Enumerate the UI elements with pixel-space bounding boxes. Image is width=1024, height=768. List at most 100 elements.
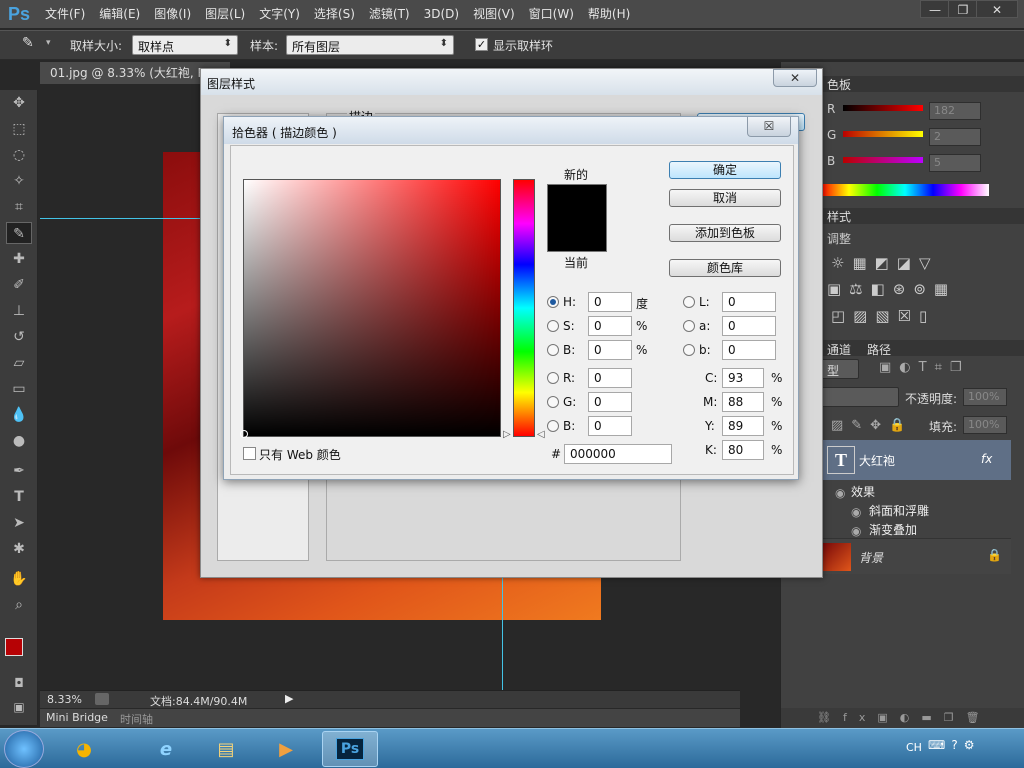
sample-size-select[interactable]: 取样点 ⬍: [132, 35, 238, 55]
media-player-icon[interactable]: ▶: [262, 731, 310, 767]
healing-tool-icon[interactable]: ✚: [6, 248, 32, 270]
tab-channels[interactable]: 通道: [827, 341, 851, 358]
color-field[interactable]: [240, 179, 501, 438]
r-slider[interactable]: [843, 105, 923, 111]
b-value[interactable]: 5: [929, 154, 981, 172]
hue-slider-left-arrow-icon[interactable]: ▷: [503, 429, 511, 440]
fx-badge[interactable]: fx: [981, 452, 992, 466]
menu-3d[interactable]: 3D(D): [417, 0, 466, 28]
adjustment-icons-row-2[interactable]: ▣⚖◧⊛⊚▦: [827, 280, 956, 298]
crop-tool-icon[interactable]: ⌗: [6, 196, 32, 218]
screen-mode-icon[interactable]: ▣: [6, 696, 32, 718]
lasso-tool-icon[interactable]: ◌: [6, 144, 32, 166]
language-indicator[interactable]: CH: [906, 741, 922, 754]
layer-filter-icons[interactable]: ▣◐T⌗❐: [879, 360, 970, 375]
status-arrow-icon[interactable]: ▶: [285, 692, 293, 705]
radio-r[interactable]: [547, 372, 559, 384]
radio-l[interactable]: [683, 296, 695, 308]
web-only-checkbox[interactable]: [243, 447, 256, 460]
type-tool-icon[interactable]: T: [6, 486, 32, 508]
radio-b-lab[interactable]: [683, 344, 695, 356]
layer-actions-icons[interactable]: ⛓fx▣◐▬❐🗑: [781, 708, 1024, 728]
marquee-tool-icon[interactable]: ⬚: [6, 118, 32, 140]
cancel-button[interactable]: 取消: [669, 189, 781, 207]
hand-tool-icon[interactable]: ✋: [6, 568, 32, 590]
quick-select-tool-icon[interactable]: ✧: [6, 170, 32, 192]
shape-tool-icon[interactable]: ✱: [6, 538, 32, 560]
radio-a[interactable]: [683, 320, 695, 332]
photoshop-taskbar-button[interactable]: Ps: [322, 731, 378, 767]
file-explorer-icon[interactable]: ▤: [202, 731, 250, 767]
minimize-button[interactable]: —: [920, 0, 950, 18]
move-tool-icon[interactable]: ✥: [6, 92, 32, 114]
zoom-level[interactable]: 8.33%: [47, 693, 82, 706]
close-icon[interactable]: ✕: [773, 69, 817, 87]
zoom-tool-icon[interactable]: ⌕: [6, 594, 32, 616]
hue-slider[interactable]: [513, 179, 535, 437]
sample-select[interactable]: 所有图层 ⬍: [286, 35, 454, 55]
menu-layer[interactable]: 图层(L): [198, 0, 252, 28]
r-input[interactable]: 0: [588, 368, 632, 388]
status-options-icon[interactable]: [95, 693, 109, 705]
close-window-button[interactable]: ✕: [976, 0, 1018, 18]
restore-button[interactable]: ❐: [948, 0, 978, 18]
blur-tool-icon[interactable]: 💧: [6, 404, 32, 426]
history-brush-icon[interactable]: ↺: [6, 326, 32, 348]
add-to-swatches-button[interactable]: 添加到色板: [669, 224, 781, 242]
color-field-marker[interactable]: [240, 430, 248, 438]
media-center-icon[interactable]: ◕: [60, 731, 108, 767]
r-value[interactable]: 182: [929, 102, 981, 120]
blend-mode-select[interactable]: [821, 387, 899, 407]
start-button-icon[interactable]: [4, 730, 44, 768]
tray-icons[interactable]: ⌨?⚙: [928, 738, 980, 752]
pen-tool-icon[interactable]: ✒: [6, 460, 32, 482]
close-icon[interactable]: ☒: [747, 117, 791, 137]
radio-b-rgb[interactable]: [547, 420, 559, 432]
fill-value[interactable]: 100%: [963, 416, 1007, 434]
g-input[interactable]: 0: [588, 392, 632, 412]
color-libraries-button[interactable]: 颜色库: [669, 259, 781, 277]
g-value[interactable]: 2: [929, 128, 981, 146]
menu-edit[interactable]: 编辑(E): [92, 0, 147, 28]
ok-button[interactable]: 确定: [669, 161, 781, 179]
eye-icon[interactable]: ◉: [851, 505, 861, 519]
a-input[interactable]: 0: [722, 316, 776, 336]
radio-s[interactable]: [547, 320, 559, 332]
show-ring-checkbox[interactable]: ✓: [475, 38, 488, 51]
hue-slider-right-arrow-icon[interactable]: ◁: [537, 429, 545, 440]
layer-kind-select[interactable]: 型: [821, 359, 859, 379]
layer-row-text[interactable]: T 大红袍 fx: [821, 440, 1011, 480]
menu-help[interactable]: 帮助(H): [581, 0, 637, 28]
stamp-tool-icon[interactable]: ⊥: [6, 300, 32, 322]
layer-row-background[interactable]: 背景 🔒: [821, 538, 1011, 574]
b-lab-input[interactable]: 0: [722, 340, 776, 360]
b-hsb-input[interactable]: 0: [588, 340, 632, 360]
k-input[interactable]: 80: [722, 440, 764, 460]
menu-view[interactable]: 视图(V): [466, 0, 522, 28]
radio-h[interactable]: [547, 296, 559, 308]
b-slider[interactable]: [843, 157, 923, 163]
c-input[interactable]: 93: [722, 368, 764, 388]
eyedropper-tool-icon[interactable]: ✎: [6, 222, 32, 244]
eraser-tool-icon[interactable]: ▱: [6, 352, 32, 374]
tab-paths[interactable]: 路径: [867, 341, 891, 358]
y-input[interactable]: 89: [722, 416, 764, 436]
s-input[interactable]: 0: [588, 316, 632, 336]
eye-icon[interactable]: ◉: [851, 524, 861, 538]
opacity-value[interactable]: 100%: [963, 388, 1007, 406]
tool-preset-chevron-icon[interactable]: ▾: [46, 38, 51, 48]
internet-explorer-icon[interactable]: e: [142, 731, 190, 767]
eyedropper-icon[interactable]: ✎: [22, 35, 44, 55]
brush-tool-icon[interactable]: ✐: [6, 274, 32, 296]
foreground-color-swatch[interactable]: [5, 638, 23, 656]
b-rgb-input[interactable]: 0: [588, 416, 632, 436]
tab-mini-bridge[interactable]: Mini Bridge: [46, 711, 108, 724]
dodge-tool-icon[interactable]: ●: [6, 430, 32, 452]
radio-b-hsb[interactable]: [547, 344, 559, 356]
quick-mask-icon[interactable]: ◘: [6, 672, 32, 694]
l-input[interactable]: 0: [722, 292, 776, 312]
g-slider[interactable]: [843, 131, 923, 137]
m-input[interactable]: 88: [722, 392, 764, 412]
tab-styles[interactable]: 样式: [827, 208, 851, 225]
tab-swatches[interactable]: 色板: [827, 76, 851, 93]
